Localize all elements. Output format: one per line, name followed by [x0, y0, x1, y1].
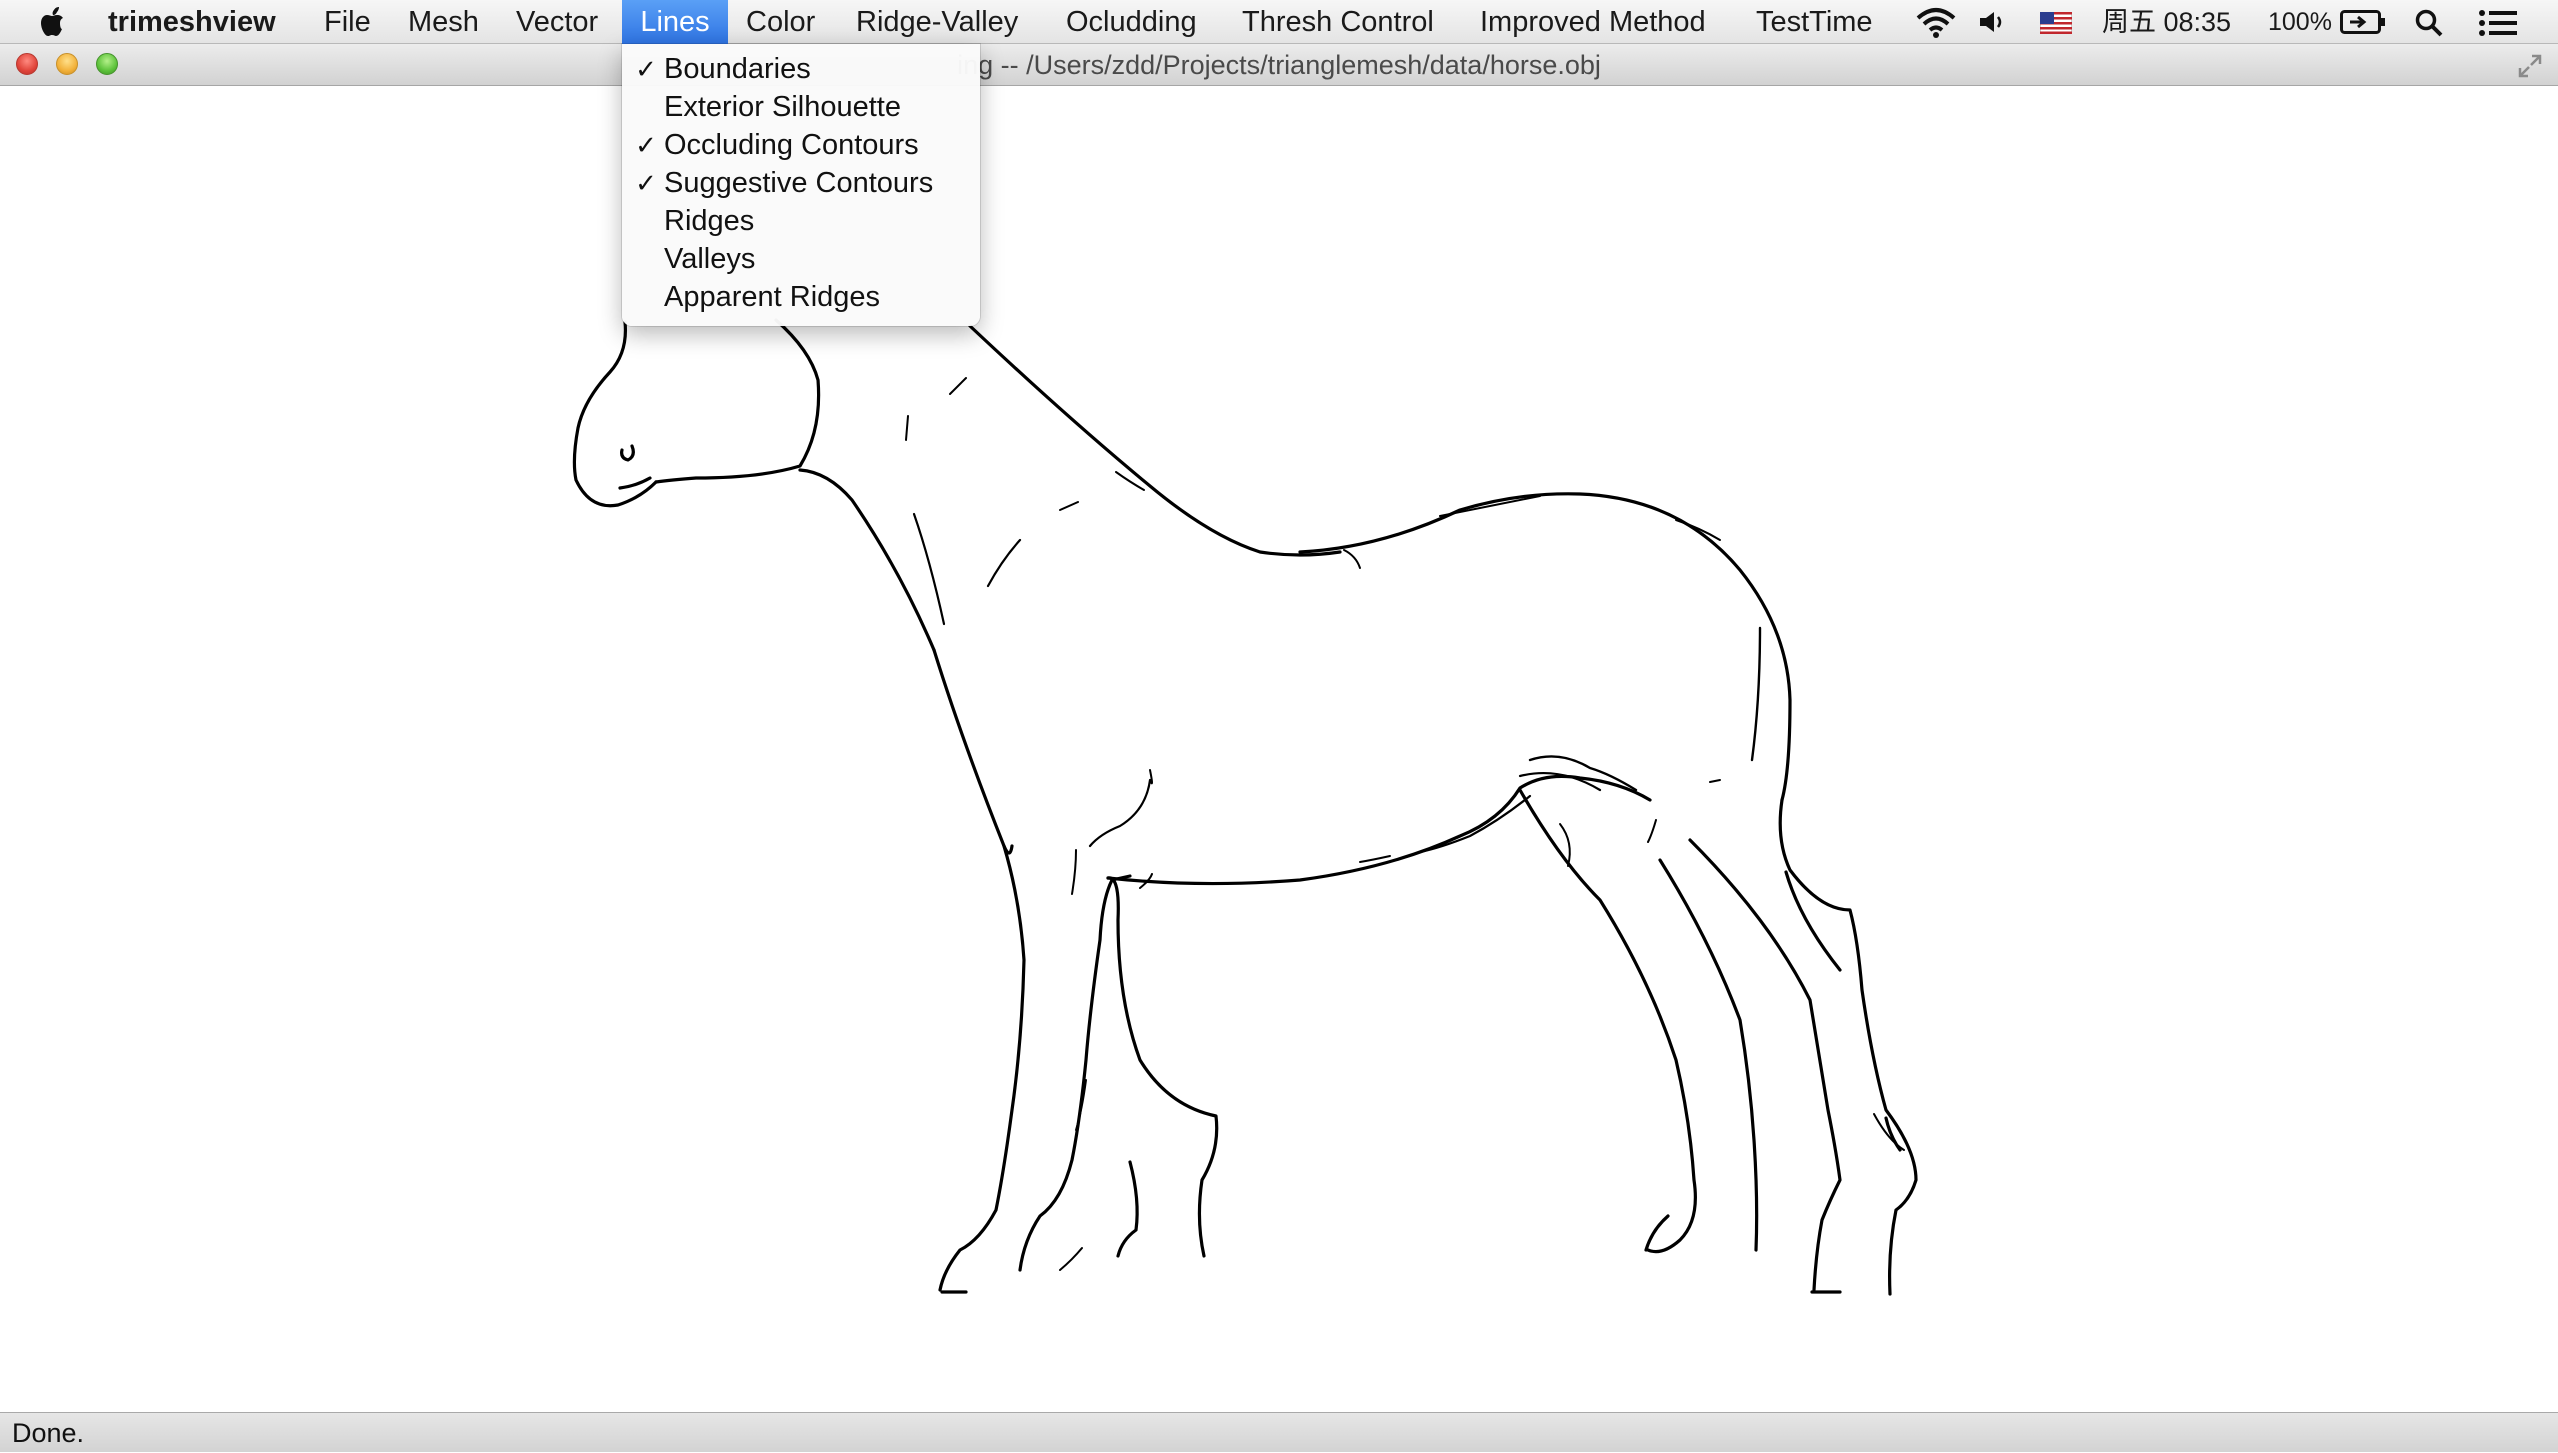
menu-file[interactable]: File — [324, 0, 371, 44]
flag-us-icon[interactable] — [2040, 12, 2072, 34]
menu-item-valleys[interactable]: Valleys — [622, 240, 980, 278]
menu-item-label: Suggestive Contours — [664, 167, 934, 199]
menu-bar: trimeshview File Mesh Vector Lines Color… — [0, 0, 2558, 44]
notification-list-icon[interactable] — [2478, 9, 2518, 37]
menu-item-apparent-ridges[interactable]: Apparent Ridges — [622, 278, 980, 316]
checkmark-icon: ✓ — [635, 54, 657, 84]
menu-item-suggestive-contours[interactable]: ✓ Suggestive Contours — [622, 164, 980, 202]
horse-line-drawing — [572, 318, 1918, 1296]
menu-mesh[interactable]: Mesh — [408, 0, 479, 44]
menu-ridge-valley[interactable]: Ridge-Valley — [856, 0, 1018, 44]
menu-item-occluding-contours[interactable]: ✓ Occluding Contours — [622, 126, 980, 164]
battery-charging-icon[interactable] — [2340, 10, 2386, 34]
volume-icon[interactable] — [1978, 10, 2006, 34]
apple-logo-icon[interactable] — [36, 4, 70, 40]
render-canvas[interactable] — [0, 86, 2558, 1412]
menu-improved-method[interactable]: Improved Method — [1480, 0, 1706, 44]
menu-item-label: Ridges — [664, 205, 755, 237]
app-menu[interactable]: trimeshview — [108, 0, 276, 44]
status-text: Done. — [12, 1418, 85, 1448]
spotlight-search-icon[interactable] — [2414, 8, 2444, 38]
window-title: ing -- /Users/zdd/Projects/trianglemesh/… — [957, 50, 1601, 80]
menu-vector[interactable]: Vector — [516, 0, 598, 44]
battery-percent[interactable]: 100% — [2268, 0, 2332, 44]
menu-ocludding[interactable]: Ocludding — [1066, 0, 1197, 44]
menu-color[interactable]: Color — [746, 0, 815, 44]
menu-item-ridges[interactable]: Ridges — [622, 202, 980, 240]
window-titlebar: ing -- /Users/zdd/Projects/trianglemesh/… — [0, 44, 2558, 86]
menu-item-label: Boundaries — [664, 53, 811, 85]
lines-dropdown-menu: ✓ Boundaries Exterior Silhouette ✓ Occlu… — [622, 44, 980, 326]
menu-item-label: Occluding Contours — [664, 129, 919, 161]
menu-testtime[interactable]: TestTime — [1756, 0, 1873, 44]
menu-thresh-control[interactable]: Thresh Control — [1242, 0, 1434, 44]
checkmark-icon: ✓ — [635, 168, 657, 198]
menu-item-label: Exterior Silhouette — [664, 91, 901, 123]
checkmark-icon: ✓ — [635, 130, 657, 160]
menu-item-boundaries[interactable]: ✓ Boundaries — [622, 50, 980, 88]
wifi-icon[interactable] — [1914, 6, 1958, 38]
menu-item-label: Valleys — [664, 243, 756, 275]
menubar-clock[interactable]: 周五 08:35 — [2102, 0, 2231, 44]
menu-item-exterior-silhouette[interactable]: Exterior Silhouette — [622, 88, 980, 126]
menu-lines[interactable]: Lines — [622, 0, 728, 44]
menu-item-label: Apparent Ridges — [664, 281, 881, 313]
fullscreen-icon[interactable] — [2516, 52, 2544, 80]
status-bar: Done. — [0, 1412, 2558, 1452]
